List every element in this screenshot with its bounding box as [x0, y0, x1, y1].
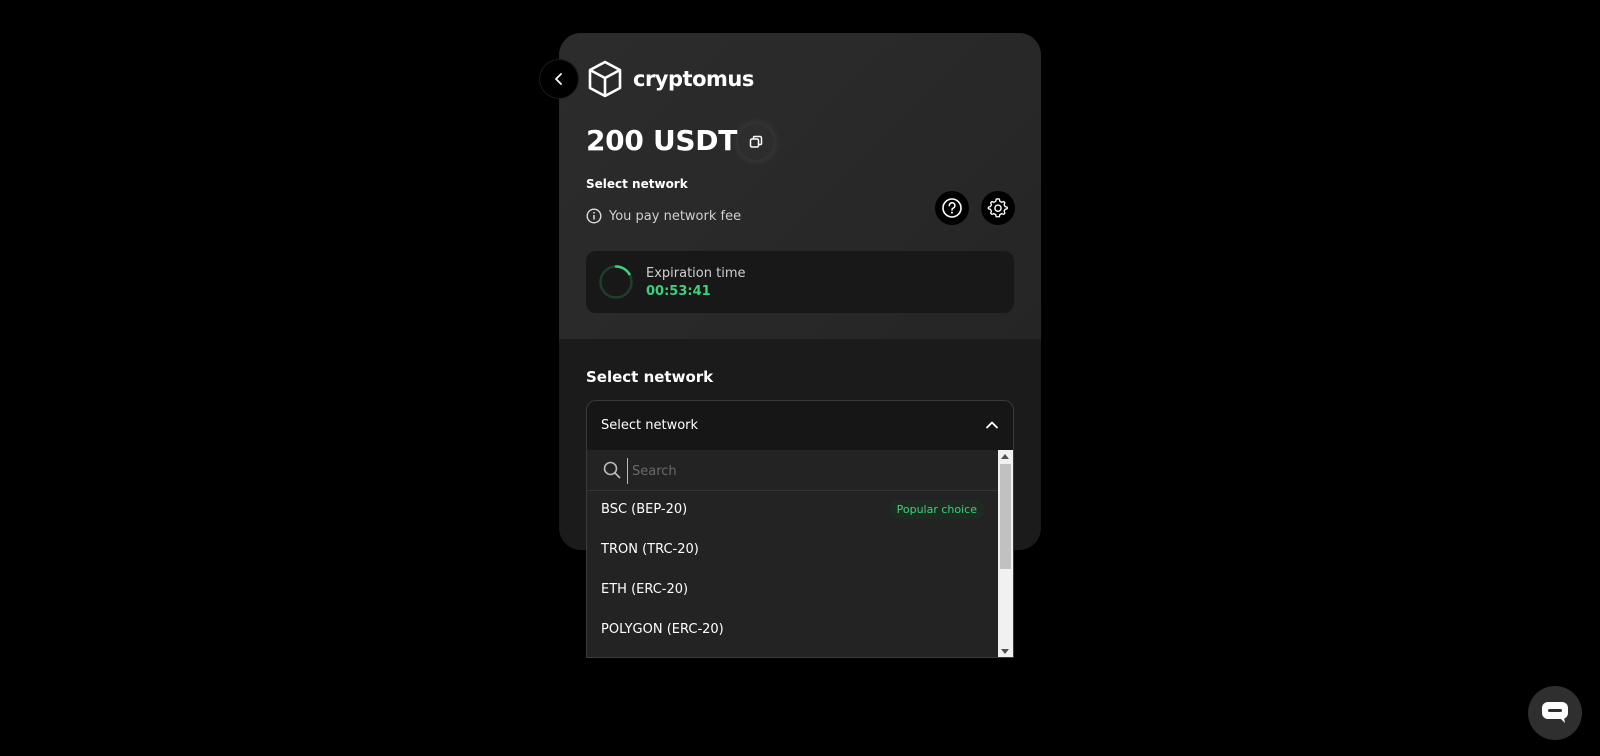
network-search-input[interactable] [627, 458, 994, 484]
brand-name: cryptomus [633, 67, 754, 91]
search-icon [603, 461, 621, 479]
select-network-title: Select network [586, 368, 714, 386]
select-network-subtitle: Select network [586, 177, 688, 191]
info-icon [586, 208, 602, 224]
support-chat-button[interactable] [1528, 686, 1582, 740]
expiration-label: Expiration time [646, 266, 746, 281]
payment-amount: 200 USDT [586, 124, 738, 157]
help-icon [942, 198, 962, 218]
back-button[interactable] [540, 60, 578, 98]
chat-icon [1542, 702, 1568, 723]
network-options-list: BSC (BEP-20) Popular choice TRON (TRC-20… [586, 450, 1014, 658]
settings-button[interactable] [981, 191, 1015, 225]
help-button[interactable] [935, 191, 969, 225]
scrollbar-thumb[interactable] [1000, 464, 1011, 569]
copy-icon [749, 135, 763, 148]
spinner-icon [599, 265, 633, 299]
network-search [587, 450, 999, 491]
brand-logo: cryptomus [587, 60, 754, 98]
network-option-eth[interactable]: ETH (ERC-20) [587, 570, 999, 610]
network-option-label: POLYGON (ERC-20) [601, 622, 724, 637]
network-option-label: TRON (TRC-20) [601, 542, 699, 557]
network-option-label: BSC (BEP-20) [601, 502, 688, 517]
gear-icon [987, 198, 1008, 218]
network-option-polygon[interactable]: POLYGON (ERC-20) [587, 610, 999, 650]
scroll-up-arrow[interactable] [1001, 454, 1009, 459]
chevron-up-icon [986, 421, 998, 429]
network-fee-note: You pay network fee [586, 208, 741, 224]
chevron-left-icon [555, 73, 562, 85]
copy-amount-button[interactable] [738, 124, 774, 160]
network-option-tron[interactable]: TRON (TRC-20) [587, 530, 999, 570]
popular-choice-badge: Popular choice [888, 500, 985, 519]
network-list-scrollbar[interactable] [998, 450, 1013, 657]
network-option-label: ETH (ERC-20) [601, 582, 689, 597]
scroll-down-arrow[interactable] [1001, 649, 1009, 654]
expiration-timer: Expiration time 00:53:41 [586, 251, 1014, 313]
network-fee-text: You pay network fee [609, 208, 742, 224]
expiration-countdown: 00:53:41 [646, 284, 711, 299]
network-dropdown-value: Select network [601, 418, 699, 433]
network-option-bsc[interactable]: BSC (BEP-20) Popular choice [587, 490, 999, 530]
network-dropdown[interactable]: Select network [586, 400, 1014, 450]
cube-logo-icon [588, 60, 622, 98]
